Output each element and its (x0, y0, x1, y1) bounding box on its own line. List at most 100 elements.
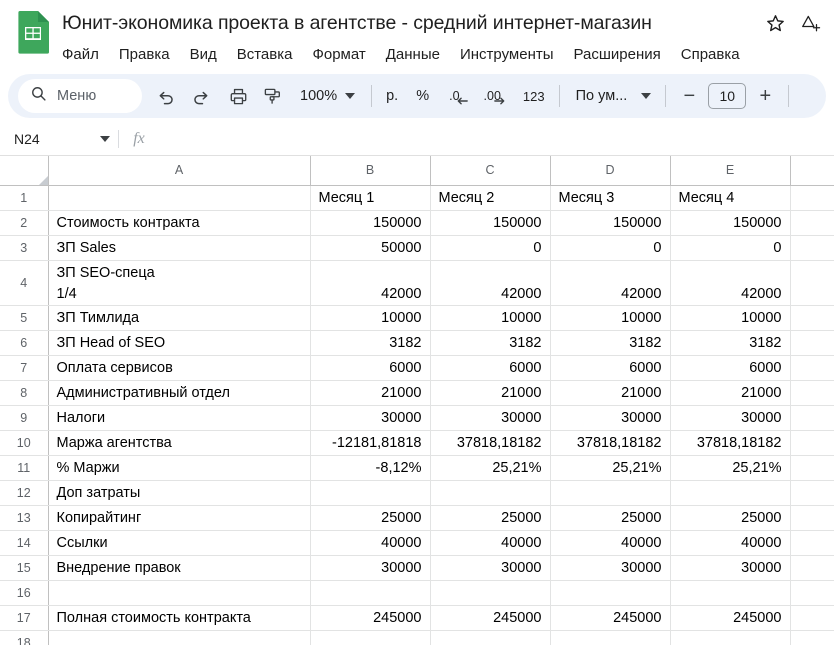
cell-f11[interactable] (790, 455, 834, 481)
cell-f15[interactable] (790, 555, 834, 581)
percent-format-button[interactable]: % (412, 80, 433, 112)
row-header-2[interactable]: 2 (0, 210, 49, 236)
column-header-a[interactable]: A (48, 156, 311, 186)
cell-f9[interactable] (790, 405, 834, 431)
cell-d4[interactable]: 42000 (550, 260, 671, 306)
cell-e16[interactable] (670, 580, 791, 606)
cell-d13[interactable]: 25000 (550, 505, 671, 531)
column-header-c[interactable]: C (430, 156, 551, 186)
cell-b8[interactable]: 21000 (310, 380, 431, 406)
cell-d9[interactable]: 30000 (550, 405, 671, 431)
cell-e18[interactable] (670, 630, 791, 645)
row-header-14[interactable]: 14 (0, 530, 49, 556)
column-header-e[interactable]: E (670, 156, 791, 186)
cell-d12[interactable] (550, 480, 671, 506)
font-size-input[interactable]: 10 (708, 83, 747, 109)
cell-c9[interactable]: 30000 (430, 405, 551, 431)
cell-a9[interactable]: Налоги (48, 405, 311, 431)
cell-d11[interactable]: 25,21% (550, 455, 671, 481)
cell-e7[interactable]: 6000 (670, 355, 791, 381)
cell-c5[interactable]: 10000 (430, 305, 551, 331)
cell-d18[interactable] (550, 630, 671, 645)
cell-f1[interactable] (790, 185, 834, 211)
cell-c6[interactable]: 3182 (430, 330, 551, 356)
font-family-selector[interactable]: По ум... (570, 88, 656, 104)
cell-c1[interactable]: Месяц 2 (430, 185, 551, 211)
cell-e13[interactable]: 25000 (670, 505, 791, 531)
row-header-16[interactable]: 16 (0, 580, 49, 606)
row-header-10[interactable]: 10 (0, 430, 49, 456)
cell-b6[interactable]: 3182 (310, 330, 431, 356)
redo-button[interactable] (184, 80, 216, 112)
row-header-13[interactable]: 13 (0, 505, 49, 531)
cell-d1[interactable]: Месяц 3 (550, 185, 671, 211)
row-header-1[interactable]: 1 (0, 185, 49, 211)
cell-b5[interactable]: 10000 (310, 305, 431, 331)
cell-b7[interactable]: 6000 (310, 355, 431, 381)
cell-c11[interactable]: 25,21% (430, 455, 551, 481)
cell-b11[interactable]: -8,12% (310, 455, 431, 481)
menu-item-view[interactable]: Вид (190, 45, 217, 65)
cell-e3[interactable]: 0 (670, 235, 791, 261)
name-box[interactable]: N24 (0, 122, 118, 155)
cell-c14[interactable]: 40000 (430, 530, 551, 556)
menu-item-file[interactable]: Файл (62, 45, 99, 65)
column-header-b[interactable]: B (310, 156, 431, 186)
cell-a17[interactable]: Полная стоимость контракта (48, 605, 311, 631)
cell-d16[interactable] (550, 580, 671, 606)
font-size-decrease-button[interactable]: − (676, 83, 702, 109)
cell-a16[interactable] (48, 580, 311, 606)
cell-a11[interactable]: % Маржи (48, 455, 311, 481)
cell-b13[interactable]: 25000 (310, 505, 431, 531)
cell-e10[interactable]: 37818,18182 (670, 430, 791, 456)
cell-c3[interactable]: 0 (430, 235, 551, 261)
cell-b12[interactable] (310, 480, 431, 506)
row-header-7[interactable]: 7 (0, 355, 49, 381)
cell-d3[interactable]: 0 (550, 235, 671, 261)
cell-f4[interactable] (790, 260, 834, 306)
cell-e1[interactable]: Месяц 4 (670, 185, 791, 211)
cell-b4[interactable]: 42000 (310, 260, 431, 306)
cell-f10[interactable] (790, 430, 834, 456)
cell-f17[interactable] (790, 605, 834, 631)
row-header-9[interactable]: 9 (0, 405, 49, 431)
cell-f6[interactable] (790, 330, 834, 356)
menu-item-insert[interactable]: Вставка (237, 45, 293, 65)
cell-f2[interactable] (790, 210, 834, 236)
cell-a18[interactable] (48, 630, 311, 645)
cell-d15[interactable]: 30000 (550, 555, 671, 581)
cell-d6[interactable]: 3182 (550, 330, 671, 356)
row-header-4[interactable]: 4 (0, 260, 49, 306)
cell-b9[interactable]: 30000 (310, 405, 431, 431)
cell-c12[interactable] (430, 480, 551, 506)
cell-e4[interactable]: 42000 (670, 260, 791, 306)
row-header-15[interactable]: 15 (0, 555, 49, 581)
search-menu-box[interactable]: Меню (18, 79, 142, 113)
cell-f18[interactable] (790, 630, 834, 645)
cell-b1[interactable]: Месяц 1 (310, 185, 431, 211)
cell-a2[interactable]: Стоимость контракта (48, 210, 311, 236)
cell-b15[interactable]: 30000 (310, 555, 431, 581)
paint-format-button[interactable] (256, 80, 288, 112)
cell-e2[interactable]: 150000 (670, 210, 791, 236)
decrease-decimal-button[interactable]: .0 (445, 80, 468, 112)
row-header-18[interactable]: 18 (0, 630, 49, 645)
row-header-5[interactable]: 5 (0, 305, 49, 331)
cell-e9[interactable]: 30000 (670, 405, 791, 431)
cell-f3[interactable] (790, 235, 834, 261)
cell-b17[interactable]: 245000 (310, 605, 431, 631)
cell-f12[interactable] (790, 480, 834, 506)
cell-b2[interactable]: 150000 (310, 210, 431, 236)
row-header-11[interactable]: 11 (0, 455, 49, 481)
cell-a8[interactable]: Административный отдел (48, 380, 311, 406)
cell-a1[interactable] (48, 185, 311, 211)
undo-button[interactable] (150, 80, 182, 112)
print-button[interactable] (222, 80, 254, 112)
cell-c4[interactable]: 42000 (430, 260, 551, 306)
cell-a5[interactable]: ЗП Тимлида (48, 305, 311, 331)
cell-b18[interactable] (310, 630, 431, 645)
cell-d5[interactable]: 10000 (550, 305, 671, 331)
cell-e12[interactable] (670, 480, 791, 506)
cell-b10[interactable]: -12181,81818 (310, 430, 431, 456)
cell-c17[interactable]: 245000 (430, 605, 551, 631)
